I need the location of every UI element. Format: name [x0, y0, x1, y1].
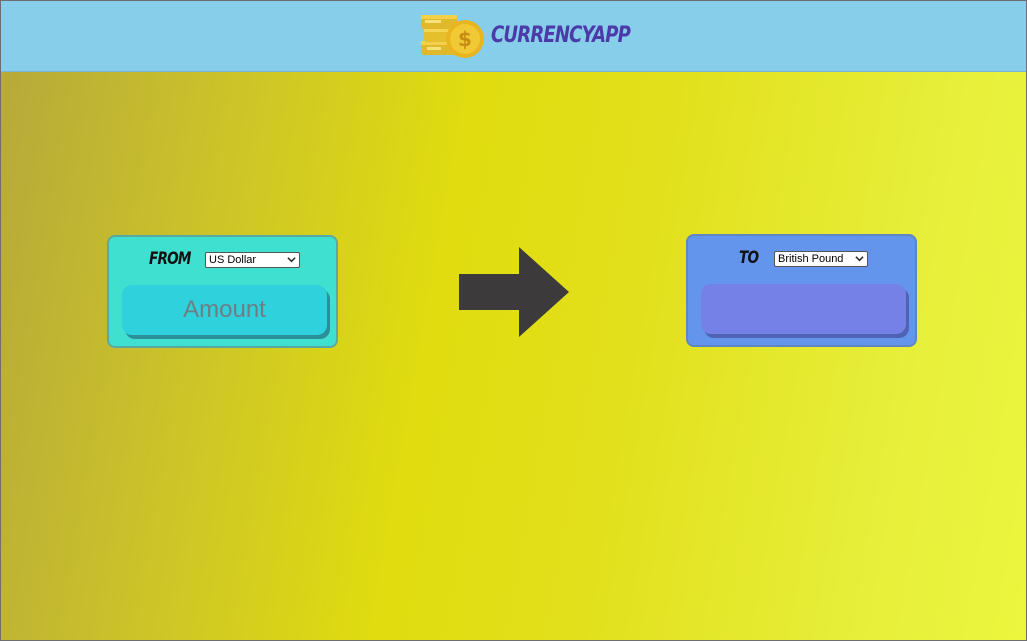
coin-stack-icon: $: [421, 15, 484, 58]
app-window: $ CURRENCYAPP FROM US Dollar Amount TO B…: [0, 0, 1027, 641]
chevron-down-icon: [287, 255, 296, 266]
svg-text:$: $: [458, 27, 472, 51]
app-title: CURRENCYAPP: [491, 23, 631, 48]
converter-area: FROM US Dollar Amount TO British Pound: [1, 72, 1026, 640]
from-currency-select[interactable]: US Dollar: [205, 252, 300, 268]
to-label: TO: [739, 248, 759, 268]
to-currency-value: British Pound: [778, 253, 844, 265]
chevron-down-icon: [855, 254, 864, 265]
from-card: FROM US Dollar Amount: [107, 235, 338, 348]
logo: $ CURRENCYAPP: [419, 11, 661, 61]
result-output: [701, 284, 906, 334]
from-currency-value: US Dollar: [209, 254, 257, 266]
amount-input[interactable]: Amount: [122, 285, 327, 335]
to-card: TO British Pound: [686, 234, 917, 347]
to-currency-select[interactable]: British Pound: [774, 251, 868, 267]
header: $ CURRENCYAPP: [1, 1, 1026, 72]
from-label: FROM: [149, 249, 191, 269]
right-arrow-icon: [459, 247, 569, 337]
